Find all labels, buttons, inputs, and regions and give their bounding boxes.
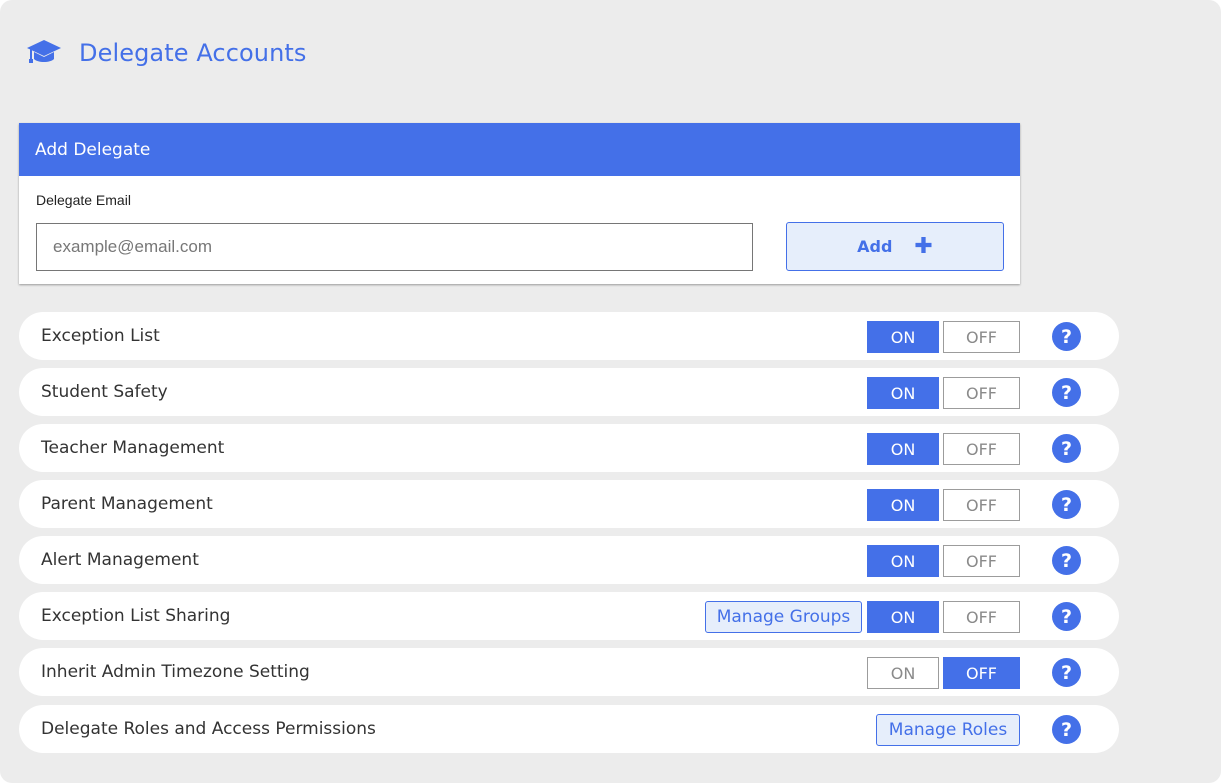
delegate-email-input[interactable] [36, 223, 753, 271]
manage-roles-button[interactable]: Manage Roles [876, 714, 1020, 746]
on-toggle-button[interactable]: ON [867, 545, 939, 577]
setting-label: Student Safety [41, 382, 168, 402]
setting-label: Inherit Admin Timezone Setting [41, 662, 310, 682]
setting-label: Alert Management [41, 550, 199, 570]
off-toggle-button[interactable]: OFF [943, 657, 1020, 689]
off-toggle-button[interactable]: OFF [943, 601, 1020, 633]
setting-row-alert-management: Alert Management ON OFF ? [19, 536, 1119, 584]
setting-label: Exception List Sharing [41, 606, 231, 626]
help-icon[interactable]: ? [1052, 546, 1081, 575]
setting-label: Delegate Roles and Access Permissions [41, 719, 376, 739]
page-header: Delegate Accounts [26, 36, 307, 70]
delegate-accounts-panel: Delegate Accounts Add Delegate Delegate … [0, 0, 1221, 783]
on-toggle-button[interactable]: ON [867, 657, 939, 689]
off-toggle-button[interactable]: OFF [943, 321, 1020, 353]
help-icon[interactable]: ? [1052, 715, 1081, 744]
help-icon[interactable]: ? [1052, 602, 1081, 631]
setting-row-parent-management: Parent Management ON OFF ? [19, 480, 1119, 528]
on-toggle-button[interactable]: ON [867, 377, 939, 409]
setting-row-exception-list-sharing: Exception List Sharing Manage Groups ON … [19, 592, 1119, 640]
on-toggle-button[interactable]: ON [867, 489, 939, 521]
graduation-cap-icon [26, 36, 62, 70]
setting-row-exception-list: Exception List ON OFF ? [19, 312, 1119, 360]
on-toggle-button[interactable]: ON [867, 321, 939, 353]
help-icon[interactable]: ? [1052, 658, 1081, 687]
setting-row-student-safety: Student Safety ON OFF ? [19, 368, 1119, 416]
setting-row-inherit-admin-timezone: Inherit Admin Timezone Setting ON OFF ? [19, 648, 1119, 696]
on-toggle-button[interactable]: ON [867, 601, 939, 633]
setting-label: Parent Management [41, 494, 213, 514]
setting-row-teacher-management: Teacher Management ON OFF ? [19, 424, 1119, 472]
page-title: Delegate Accounts [79, 39, 307, 67]
add-delegate-title: Add Delegate [19, 123, 1020, 176]
setting-label: Exception List [41, 326, 160, 346]
add-delegate-card: Add Delegate Delegate Email Add ✚ [19, 123, 1020, 284]
on-toggle-button[interactable]: ON [867, 433, 939, 465]
plus-icon: ✚ [914, 233, 933, 259]
off-toggle-button[interactable]: OFF [943, 545, 1020, 577]
off-toggle-button[interactable]: OFF [943, 433, 1020, 465]
setting-row-delegate-roles: Delegate Roles and Access Permissions Ma… [19, 705, 1119, 753]
add-delegate-button[interactable]: Add ✚ [786, 222, 1004, 271]
delegate-email-label: Delegate Email [36, 192, 131, 208]
help-icon[interactable]: ? [1052, 378, 1081, 407]
help-icon[interactable]: ? [1052, 490, 1081, 519]
setting-label: Teacher Management [41, 438, 225, 458]
off-toggle-button[interactable]: OFF [943, 377, 1020, 409]
help-icon[interactable]: ? [1052, 322, 1081, 351]
manage-groups-button[interactable]: Manage Groups [705, 601, 862, 633]
help-icon[interactable]: ? [1052, 434, 1081, 463]
off-toggle-button[interactable]: OFF [943, 489, 1020, 521]
add-button-label: Add [857, 237, 893, 256]
